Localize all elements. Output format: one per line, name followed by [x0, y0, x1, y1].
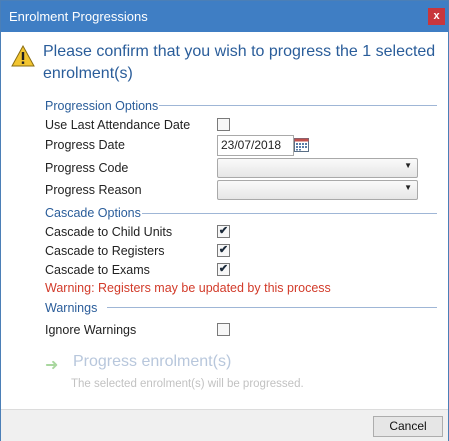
progress-date-label: Progress Date — [45, 138, 125, 152]
warnings-title: Warnings — [45, 301, 98, 315]
cascade-child-units-label: Cascade to Child Units — [45, 225, 173, 239]
progress-date-input[interactable]: 23/07/2018 — [217, 135, 294, 156]
ignore-warnings-checkbox[interactable] — [217, 323, 230, 336]
cascade-registers-label: Cascade to Registers — [45, 244, 165, 258]
progress-code-select[interactable]: ▼ — [217, 158, 418, 178]
window-title: Enrolment Progressions — [9, 9, 148, 24]
chevron-down-icon: ▼ — [404, 183, 412, 192]
close-button[interactable]: x — [428, 8, 445, 25]
dialog-footer: Cancel — [1, 409, 448, 441]
group-divider — [159, 105, 437, 106]
group-divider — [142, 213, 437, 214]
confirm-heading: Please confirm that you wish to progress… — [43, 43, 436, 82]
calendar-icon[interactable] — [294, 137, 309, 152]
cancel-button[interactable]: Cancel — [373, 416, 443, 437]
progress-code-label: Progress Code — [45, 161, 129, 175]
cascade-options-title: Cascade Options — [45, 206, 141, 220]
progression-options-title: Progression Options — [45, 99, 159, 113]
registers-warning-text: Warning: Registers may be updated by thi… — [45, 281, 331, 295]
group-divider — [107, 307, 437, 308]
cascade-exams-checkbox[interactable]: ✔ — [217, 263, 230, 276]
progress-reason-select[interactable]: ▼ — [217, 180, 418, 200]
progress-enrolments-label: Progress enrolment(s) — [73, 353, 232, 370]
use-last-attendance-label: Use Last Attendance Date — [45, 118, 191, 132]
ignore-warnings-label: Ignore Warnings — [45, 323, 137, 337]
chevron-down-icon: ▼ — [404, 161, 412, 170]
use-last-attendance-checkbox[interactable] — [217, 118, 230, 131]
cascade-exams-label: Cascade to Exams — [45, 263, 150, 277]
warning-icon — [11, 45, 35, 67]
progress-reason-label: Progress Reason — [45, 183, 142, 197]
cascade-child-units-checkbox[interactable]: ✔ — [217, 225, 230, 238]
arrow-right-icon: ➜ — [45, 357, 59, 374]
progress-description: The selected enrolment(s) will be progre… — [71, 378, 304, 390]
cascade-registers-checkbox[interactable]: ✔ — [217, 244, 230, 257]
dialog-window: Enrolment Progressions x Please confirm … — [0, 0, 449, 441]
title-bar[interactable]: Enrolment Progressions x — [1, 1, 448, 32]
